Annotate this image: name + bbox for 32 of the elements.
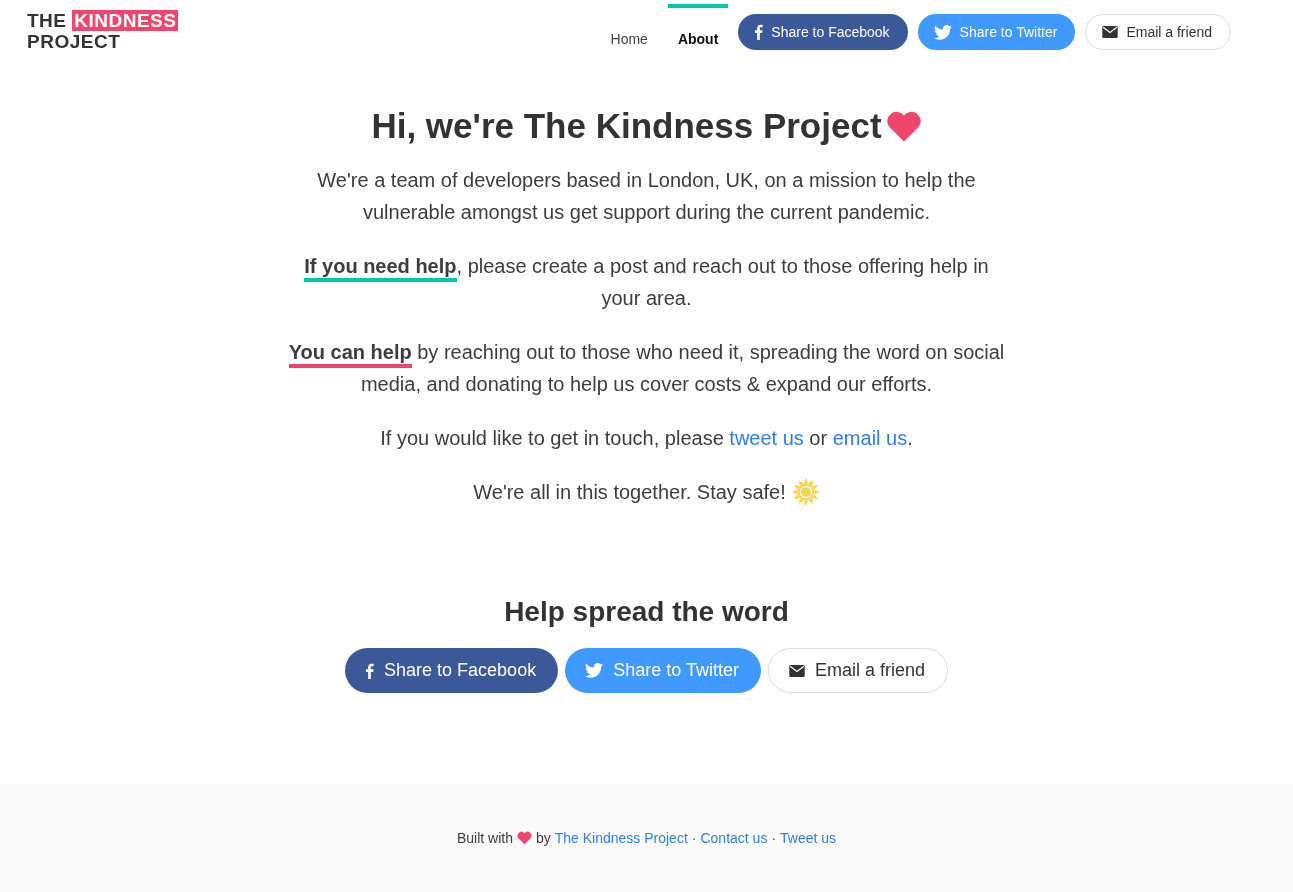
share-button[interactable]: Email a friend — [1085, 14, 1231, 50]
footer-text: Built with — [456, 830, 513, 846]
heart-icon — [516, 831, 532, 845]
page-heading: Hi, we're The Kindness Project — [371, 106, 882, 146]
envelope-icon — [1102, 26, 1119, 38]
footer-text: by — [535, 830, 551, 846]
paragraph: We're a team of developers based in London, UK, on a mission to help the vulnerable amongst us get support during the current pandemic. — [316, 168, 977, 225]
envelope-icon — [788, 664, 805, 677]
share-button[interactable]: Share to Facebook — [345, 648, 559, 693]
bird-icon — [933, 24, 952, 40]
facebook-icon — [365, 662, 375, 679]
share-button[interactable]: Share to Facebook — [738, 14, 908, 50]
footer-link[interactable]: The Kindness Project — [554, 830, 688, 846]
paragraph: If you need help, please create a post and reach out to those offering help in your area. — [303, 254, 990, 311]
heart-icon — [885, 110, 922, 142]
facebook-icon — [754, 24, 764, 40]
sun-icon — [791, 478, 820, 506]
footer-link[interactable]: Tweet us — [780, 830, 837, 846]
bird-icon — [585, 663, 604, 678]
nav-link[interactable]: About — [667, 3, 729, 47]
separator: · — [771, 830, 777, 846]
share-button[interactable]: Email a friend — [767, 648, 948, 693]
section-heading: Help spread the word — [504, 596, 789, 628]
paragraph: If you would like to get in touch, please tweet us or email us. — [380, 426, 913, 451]
footer-link[interactable]: Contact us — [700, 830, 768, 846]
paragraph: We're all in this together. Stay safe! — [473, 480, 786, 505]
paragraph: You can help by reaching out to those who need it, spreading the word on social media, and donating to help us cover costs & expand our efforts. — [287, 340, 1006, 397]
link[interactable]: email us — [832, 427, 908, 449]
link[interactable]: tweet us — [729, 427, 804, 449]
nav-link[interactable]: Home — [600, 3, 658, 47]
separator: · — [691, 830, 697, 846]
logo[interactable]: THE KINDNESS PROJECT — [27, 10, 179, 52]
